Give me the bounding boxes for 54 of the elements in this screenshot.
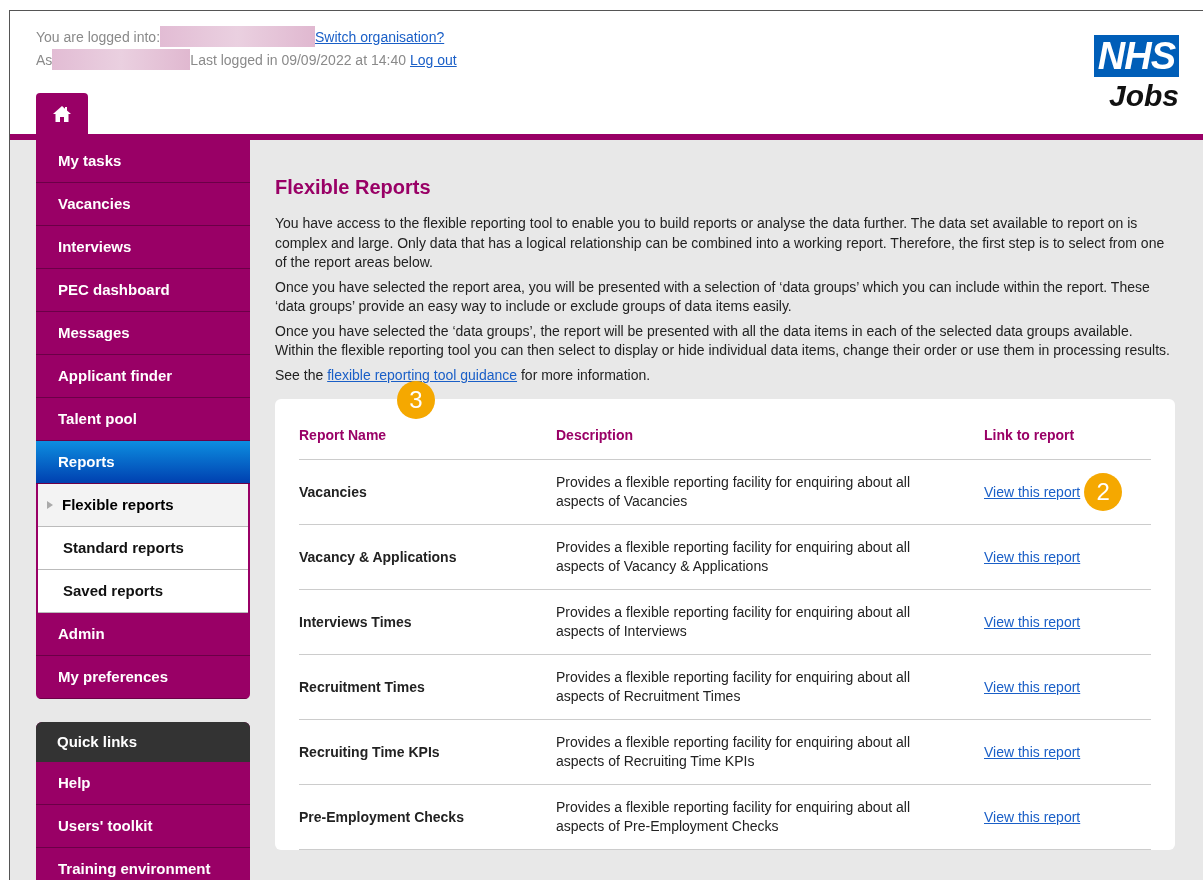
report-description: Provides a flexible reporting facility for enquiring about all aspects of Interviews bbox=[556, 603, 911, 639]
nav-item[interactable]: Interviews bbox=[36, 226, 250, 269]
home-tab[interactable] bbox=[36, 93, 88, 134]
logged-into-label: You are logged into: bbox=[36, 28, 161, 45]
report-name: Vacancies bbox=[299, 484, 367, 500]
report-name: Pre-Employment Checks bbox=[299, 809, 464, 825]
report-description: Provides a flexible reporting facility for enquiring about all aspects of Vacancy & Applications bbox=[556, 538, 911, 574]
nav-subitem[interactable]: Saved reports bbox=[38, 570, 248, 613]
column-header: Link to report bbox=[984, 427, 1075, 443]
nav-item[interactable]: Vacancies bbox=[36, 183, 250, 226]
report-name: Recruiting Time KPIs bbox=[299, 744, 440, 760]
page-title: Flexible Reports bbox=[275, 176, 432, 199]
view-report-link[interactable]: View this report bbox=[984, 744, 1081, 760]
column-header: Report Name bbox=[299, 427, 387, 443]
nav-subitem[interactable]: Flexible reports bbox=[38, 484, 248, 527]
intro-paragraph: You have access to the flexible reporting tool to enable you to build reports or analyse the data further. The data set available to report on is complex and large. Only data that has a logical relationship can be combined into a working report. Therefore, the first step is to select from one of the report areas below. bbox=[275, 214, 1166, 272]
nav-subitem[interactable]: Standard reports bbox=[38, 527, 248, 570]
guidance-text: See the bbox=[275, 366, 324, 383]
logo-mark: NHS bbox=[1093, 35, 1179, 77]
home-icon bbox=[52, 104, 72, 123]
column-header: Description bbox=[556, 427, 633, 443]
nav-item[interactable]: Admin bbox=[36, 613, 250, 656]
quick-link[interactable]: Users' toolkit bbox=[36, 805, 250, 848]
intro-paragraph: Once you have selected the ‘data groups’, the report will be presented with all the data items in each of the selected data groups available. Within the flexible reporting tool you can then select to display or hide individual data items, change their order or use them in processing results. bbox=[275, 321, 1171, 360]
nav-item[interactable]: My tasks bbox=[36, 140, 250, 183]
logo-subtitle: Jobs bbox=[1108, 79, 1179, 113]
nav-item[interactable]: Messages bbox=[36, 312, 250, 355]
view-report-link[interactable]: View this report bbox=[984, 549, 1081, 565]
report-description: Provides a flexible reporting facility for enquiring about all aspects of Vacancies bbox=[556, 473, 911, 509]
quick-link[interactable]: Help bbox=[36, 762, 250, 805]
quick-link[interactable]: Training environment bbox=[36, 848, 250, 880]
as-label: As bbox=[36, 51, 53, 68]
report-description: Provides a flexible reporting facility for enquiring about all aspects of Pre-Employment Checks bbox=[556, 798, 911, 834]
nav-item[interactable]: Reports bbox=[36, 441, 250, 484]
nav-item[interactable]: PEC dashboard bbox=[36, 269, 250, 312]
quick-links-heading: Quick links bbox=[36, 722, 250, 762]
view-report-link[interactable]: View this report bbox=[984, 484, 1081, 500]
logout-link[interactable]: Log out bbox=[410, 51, 457, 68]
last-logged-text: Last logged in 09/09/2022 at 14:40 bbox=[190, 51, 406, 68]
intro-paragraph: Once you have selected the report area, you will be presented with a selection of ‘data groups’ which you can include within the report. These ‘data groups’ provide an easy way to include or exclude groups of data items easily. bbox=[275, 277, 1151, 316]
guidance-text: for more information. bbox=[520, 366, 651, 383]
view-report-link[interactable]: View this report bbox=[984, 809, 1081, 825]
report-name: Interviews Times bbox=[299, 614, 412, 630]
nav-item[interactable]: My preferences bbox=[36, 656, 250, 699]
report-name: Vacancy & Applications bbox=[299, 549, 457, 565]
report-name: Recruitment Times bbox=[299, 679, 425, 695]
pointer-icon bbox=[47, 501, 53, 509]
report-description: Provides a flexible reporting facility for enquiring about all aspects of Recruitment Times bbox=[556, 668, 911, 704]
view-report-link[interactable]: View this report bbox=[984, 614, 1081, 630]
view-report-link[interactable]: View this report bbox=[984, 679, 1081, 695]
switch-organisation-link[interactable]: Switch organisation? bbox=[315, 28, 445, 45]
callout-badge: 2 bbox=[1084, 473, 1123, 511]
report-description: Provides a flexible reporting facility for enquiring about all aspects of Recruiting Time KPIs bbox=[556, 733, 911, 769]
nav-item[interactable]: Applicant finder bbox=[36, 355, 250, 398]
